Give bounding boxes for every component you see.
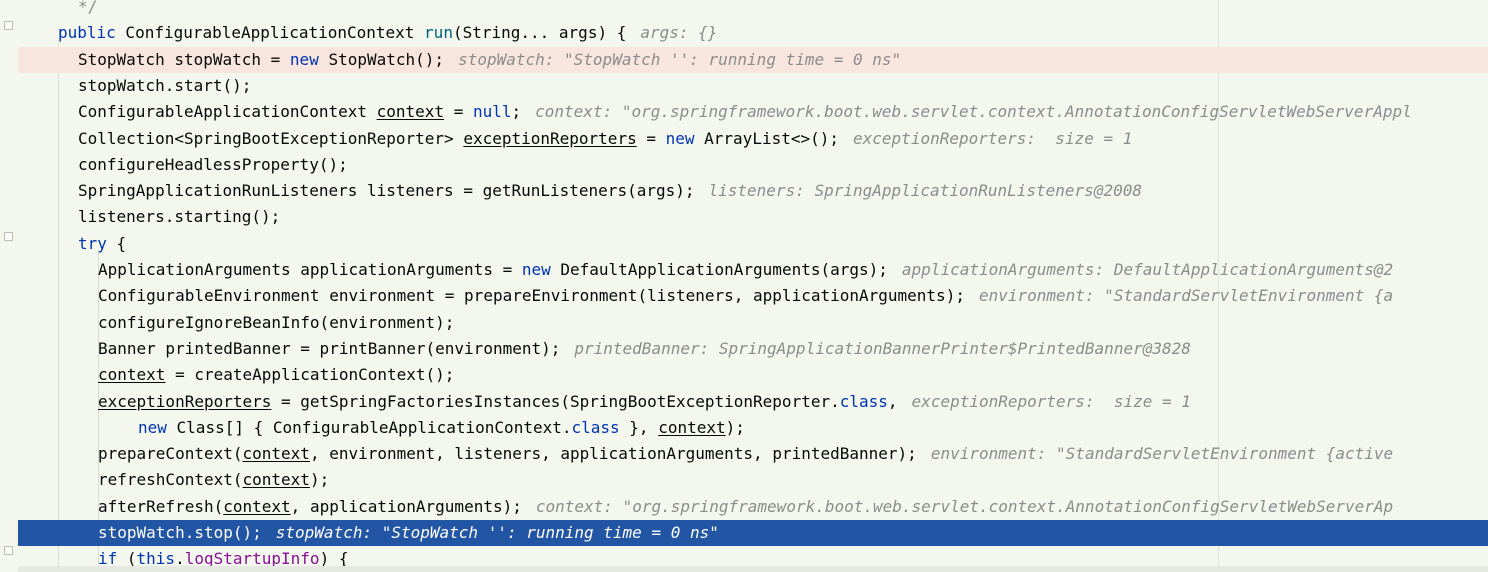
code-text: Collection<SpringBootExceptionReporter> … <box>78 128 840 148</box>
debug-inline-value[interactable]: stopWatch: "StopWatch '': running time =… <box>458 50 901 69</box>
fold-marker-icon[interactable] <box>4 232 13 241</box>
code-line[interactable]: StopWatch stopWatch = new StopWatch(); st… <box>18 46 1488 73</box>
code-line[interactable]: ApplicationArguments applicationArgument… <box>18 257 1488 283</box>
code-line[interactable]: try { <box>18 231 1488 257</box>
debug-inline-value[interactable]: exceptionReporters: size = 1 <box>853 129 1132 148</box>
debug-inline-value[interactable]: exceptionReporters: size = 1 <box>912 392 1191 411</box>
code-text: refreshContext(context); <box>98 470 330 490</box>
debug-inline-value[interactable]: context: "org.springframework.boot.web.s… <box>535 102 1412 121</box>
code-line[interactable]: public ConfigurableApplicationContext ru… <box>18 20 1488 46</box>
code-line[interactable]: ConfigurableEnvironment environment = pr… <box>18 283 1488 309</box>
horizontal-scrollbar[interactable] <box>18 566 1488 572</box>
code-text: context = createApplicationContext(); <box>98 365 455 385</box>
code-text: StopWatch stopWatch = new StopWatch(); <box>78 49 445 69</box>
code-line[interactable]: exceptionReporters = getSpringFactoriesI… <box>18 389 1488 415</box>
code-text: configureIgnoreBeanInfo(environment); <box>98 312 455 332</box>
code-text: */ <box>78 0 98 16</box>
code-line[interactable]: ConfigurableApplicationContext context =… <box>18 99 1488 125</box>
code-text: public ConfigurableApplicationContext ru… <box>58 23 627 43</box>
debug-inline-value[interactable]: environment: "StandardServletEnvironment… <box>979 286 1393 305</box>
code-line[interactable]: afterRefresh(context, applicationArgumen… <box>18 494 1488 520</box>
code-text: new Class[] { ConfigurableApplicationCon… <box>138 417 745 437</box>
code-text: ConfigurableEnvironment environment = pr… <box>98 286 965 306</box>
debug-inline-value[interactable]: environment: "StandardServletEnvironment… <box>931 444 1393 463</box>
code-line[interactable]: stopWatch.stop(); stopWatch: "StopWatch '… <box>18 520 1488 546</box>
debug-inline-value[interactable]: context: "org.springframework.boot.web.s… <box>536 497 1393 516</box>
code-text: try { <box>78 233 127 253</box>
code-line[interactable]: listeners.starting(); <box>18 204 1488 230</box>
fold-marker-icon[interactable] <box>4 546 13 555</box>
debug-inline-value[interactable]: printedBanner: SpringApplicationBannerPr… <box>574 339 1191 358</box>
code-line[interactable]: refreshContext(context); <box>18 467 1488 493</box>
code-text: exceptionReporters = getSpringFactoriesI… <box>98 391 898 411</box>
code-line[interactable]: SpringApplicationRunListeners listeners … <box>18 178 1488 204</box>
code-text: stopWatch.start(); <box>78 75 252 95</box>
debug-inline-value[interactable]: listeners: SpringApplicationRunListeners… <box>709 181 1142 200</box>
code-line[interactable]: configureIgnoreBeanInfo(environment); <box>18 310 1488 336</box>
code-line[interactable]: Banner printedBanner = printBanner(envir… <box>18 336 1488 362</box>
debug-inline-value[interactable]: applicationArguments: DefaultApplication… <box>902 260 1393 279</box>
code-text: ConfigurableApplicationContext context =… <box>78 102 522 122</box>
code-line[interactable]: new Class[] { ConfigurableApplicationCon… <box>18 415 1488 441</box>
editor-gutter[interactable] <box>0 0 18 572</box>
code-text: afterRefresh(context, applicationArgumen… <box>98 496 522 516</box>
code-text: configureHeadlessProperty(); <box>78 154 348 174</box>
code-text: stopWatch.stop(); <box>98 523 262 542</box>
fold-marker-icon[interactable] <box>4 21 13 30</box>
code-line[interactable]: context = createApplicationContext(); <box>18 362 1488 388</box>
code-line[interactable]: stopWatch.start(); <box>18 73 1488 99</box>
debug-inline-value[interactable]: args: {} <box>640 23 717 42</box>
code-text: prepareContext(context, environment, lis… <box>98 444 917 464</box>
code-text: listeners.starting(); <box>78 207 281 227</box>
code-line[interactable]: */ <box>18 0 1488 20</box>
debug-inline-value[interactable]: stopWatch: "StopWatch '': running time =… <box>276 523 719 542</box>
code-text: ApplicationArguments applicationArgument… <box>98 260 888 279</box>
code-line[interactable]: prepareContext(context, environment, lis… <box>18 441 1488 467</box>
code-line[interactable]: Collection<SpringBootExceptionReporter> … <box>18 126 1488 152</box>
code-text: SpringApplicationRunListeners listeners … <box>78 181 695 201</box>
code-line[interactable]: configureHeadlessProperty(); <box>18 152 1488 178</box>
code-text: Banner printedBanner = printBanner(envir… <box>98 338 561 358</box>
